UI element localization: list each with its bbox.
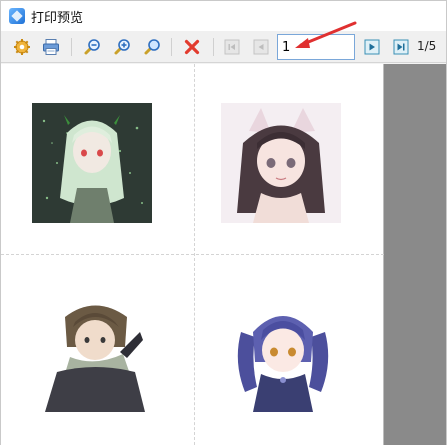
page-count: 1/5 — [417, 39, 437, 53]
last-page-button[interactable] — [389, 35, 413, 59]
zoom-fit-button[interactable] — [140, 35, 164, 59]
zoom-in-button[interactable] — [110, 35, 134, 59]
preview-area[interactable] — [1, 64, 446, 445]
thumbnail-image-4 — [223, 292, 343, 412]
close-icon — [184, 39, 200, 55]
toolbar-separator — [213, 38, 214, 56]
next-page-button[interactable] — [360, 35, 384, 59]
settings-button[interactable] — [10, 35, 34, 59]
first-page-button[interactable] — [220, 35, 244, 59]
close-preview-button[interactable] — [180, 35, 204, 59]
zoom-out-button[interactable] — [80, 35, 104, 59]
next-page-icon — [364, 39, 380, 55]
preview-page — [1, 64, 384, 445]
zoom-out-icon — [84, 39, 100, 55]
window-title: 打印预览 — [31, 10, 84, 26]
page-divider-horizontal — [1, 254, 384, 255]
print-button[interactable] — [39, 35, 63, 59]
previous-page-icon — [253, 39, 269, 55]
page-number-input[interactable] — [277, 34, 355, 60]
toolbar-separator — [171, 38, 172, 56]
previous-page-button[interactable] — [249, 35, 273, 59]
thumbnail-image-2 — [221, 103, 341, 223]
gear-icon — [14, 39, 30, 55]
zoom-in-icon — [114, 39, 130, 55]
title-bar: 打印预览 — [1, 1, 446, 31]
toolbar: 1/5 — [1, 31, 446, 63]
thumbnail-image-3 — [35, 292, 155, 412]
printer-icon — [43, 39, 59, 55]
zoom-fit-icon — [144, 39, 160, 55]
last-page-icon — [393, 39, 409, 55]
toolbar-separator — [71, 38, 72, 56]
first-page-icon — [224, 39, 240, 55]
app-icon — [9, 8, 25, 24]
print-preview-window: 打印预览 1 1/5 — [0, 0, 447, 445]
thumbnail-image-1 — [32, 103, 152, 223]
